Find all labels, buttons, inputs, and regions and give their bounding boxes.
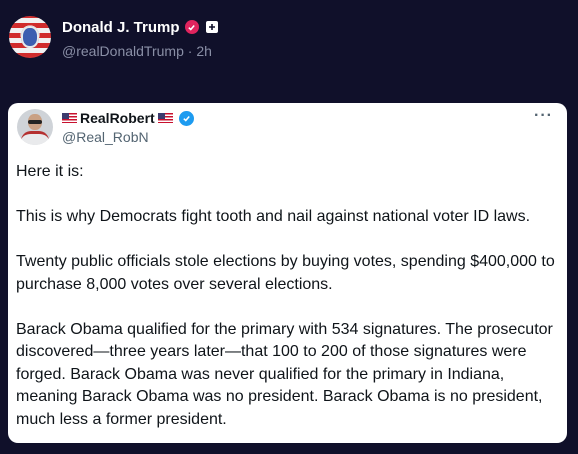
us-flag-icon bbox=[62, 113, 77, 123]
post-header: Donald J. Trump @realDonaldTrump · 2h bbox=[0, 0, 578, 90]
verified-badge-icon[interactable] bbox=[184, 20, 199, 34]
quoted-author-row: RealRobert bbox=[62, 109, 194, 127]
post-paragraph: Barack Obama qualified for the primary w… bbox=[16, 320, 553, 428]
quoted-author-name[interactable]: RealRobert bbox=[80, 110, 155, 126]
post-time[interactable]: 2h bbox=[196, 43, 212, 59]
avatar[interactable] bbox=[9, 16, 51, 58]
quoted-post-card[interactable]: RealRobert @Real_RobN ··· Here it is: Th… bbox=[8, 103, 567, 443]
verified-badge-icon[interactable] bbox=[178, 110, 194, 126]
plus-badge-icon[interactable] bbox=[205, 21, 218, 33]
post-paragraph: Twenty public officials stole elections … bbox=[16, 253, 555, 293]
post-paragraph: Here it is: bbox=[16, 163, 84, 180]
us-flag-icon bbox=[157, 113, 173, 123]
author-name[interactable]: Donald J. Trump bbox=[62, 19, 180, 36]
more-icon[interactable]: ··· bbox=[534, 107, 553, 125]
author-handle[interactable]: @realDonaldTrump bbox=[62, 43, 184, 59]
avatar[interactable] bbox=[17, 109, 53, 145]
separator: · bbox=[187, 43, 193, 59]
author-meta: @realDonaldTrump · 2h bbox=[62, 43, 212, 59]
post-paragraph: This is why Democrats fight tooth and na… bbox=[16, 208, 531, 225]
quoted-author-handle[interactable]: @Real_RobN bbox=[62, 129, 149, 145]
post-body: Here it is: This is why Democrats fight … bbox=[16, 161, 556, 454]
author-row: Donald J. Trump bbox=[62, 17, 218, 37]
